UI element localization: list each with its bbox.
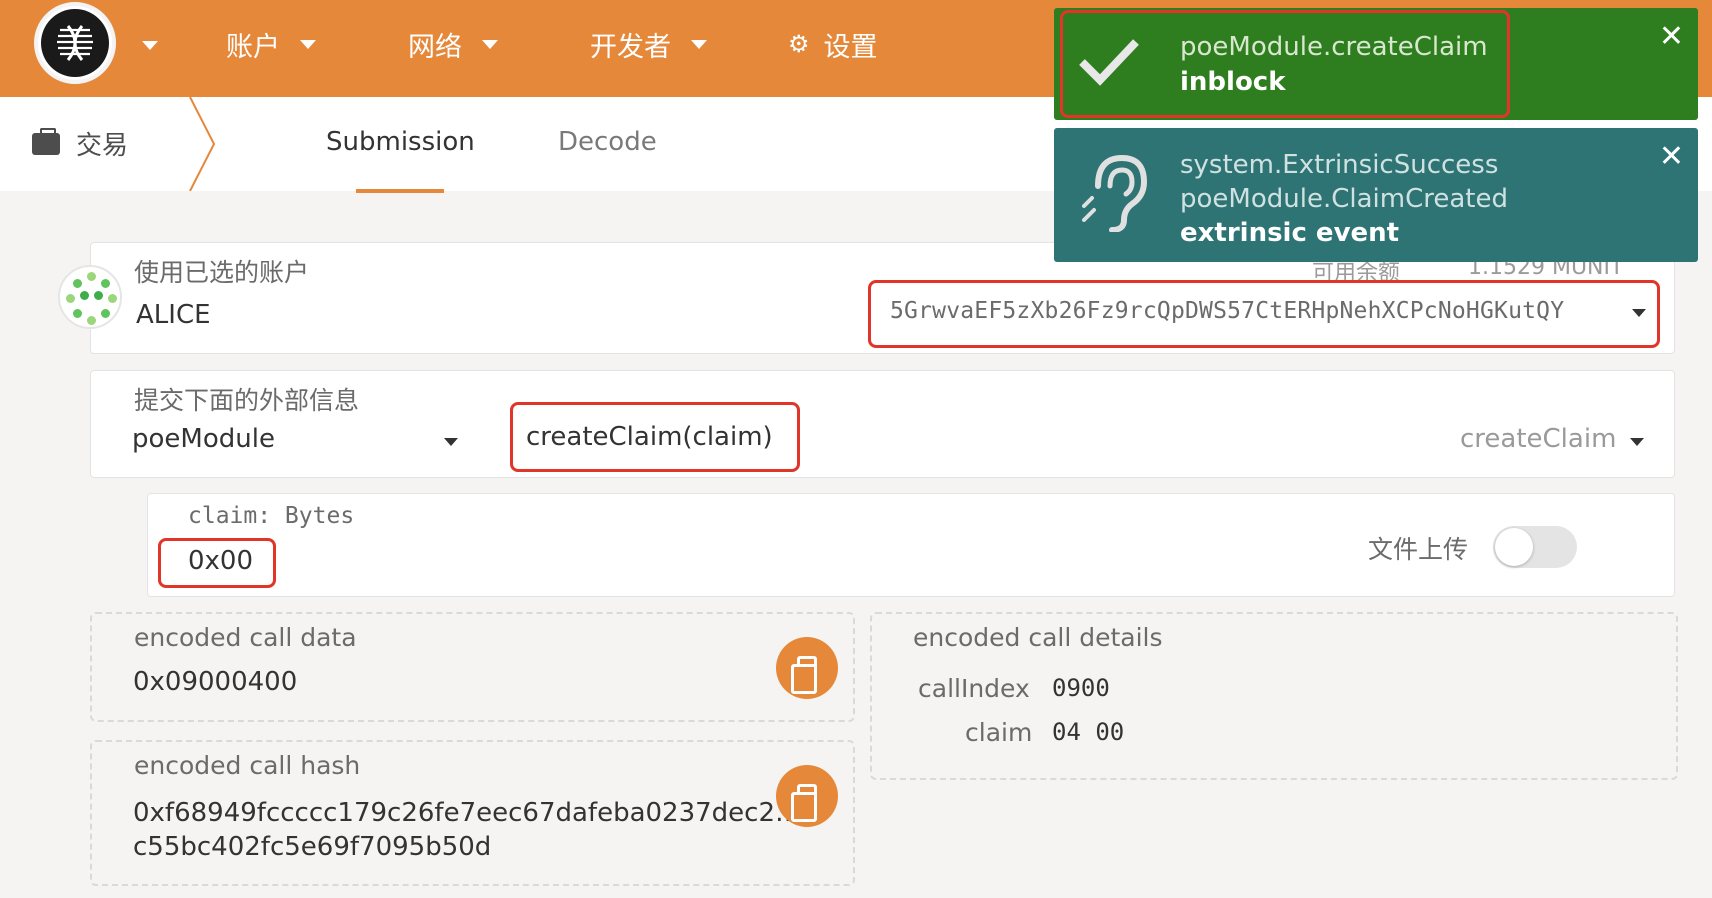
ear-icon <box>1082 154 1148 232</box>
close-icon[interactable]: ✕ <box>1659 22 1684 52</box>
chevron-down-icon <box>1630 438 1644 446</box>
briefcase-icon <box>32 127 60 155</box>
copy-icon <box>791 784 817 822</box>
chevron-down-icon <box>300 39 316 49</box>
call-select-caret[interactable]: createClaim <box>1450 420 1650 466</box>
notification-events: system.ExtrinsicSuccess poeModule.ClaimC… <box>1054 128 1698 262</box>
claim-encoded-value: 04 00 <box>1052 718 1125 746</box>
encoded-call-hash-line1: 0xf68949fccccc179c26fe7eec67dafeba0237de… <box>133 798 802 828</box>
notification-event-2: poeModule.ClaimCreated <box>1180 184 1508 214</box>
module-select[interactable]: poeModule <box>130 420 470 466</box>
copy-button[interactable] <box>776 637 838 699</box>
app-label: 交易 <box>76 131 129 161</box>
nav-accounts[interactable]: 账户 <box>226 24 316 64</box>
nav-settings[interactable]: ⚙︎ 设置 <box>788 24 878 64</box>
tab-decode[interactable]: Decode <box>558 127 657 157</box>
call-index-label: callIndex <box>918 674 1030 703</box>
encoded-call-hash-line2: c55bc402fc5e69f7095b50d <box>133 832 492 862</box>
breadcrumb-separator-icon <box>189 97 216 191</box>
module-value: poeModule <box>132 424 275 454</box>
copy-button[interactable] <box>776 765 838 827</box>
nav-network[interactable]: 网络 <box>408 24 498 64</box>
file-upload-toggle[interactable] <box>1493 526 1577 568</box>
encoded-call-hash-label: encoded call hash <box>134 751 361 780</box>
call-index-value: 0900 <box>1052 674 1110 702</box>
gear-icon: ⚙︎ <box>788 30 810 58</box>
close-icon[interactable]: ✕ <box>1659 142 1684 172</box>
highlight-box <box>868 280 1660 348</box>
notification-event-1: system.ExtrinsicSuccess <box>1180 150 1499 180</box>
toggle-knob <box>1495 528 1533 566</box>
account-label: 使用已选的账户 <box>134 258 310 287</box>
call-short: createClaim <box>1460 424 1617 454</box>
chevron-down-icon <box>482 39 498 49</box>
nav-developer[interactable]: 开发者 <box>590 24 707 64</box>
account-name: ALICE <box>136 300 211 330</box>
param-label: claim: Bytes <box>188 503 355 529</box>
avatar <box>58 265 122 329</box>
encoded-call-data-value: 0x09000400 <box>133 667 298 697</box>
encoded-call-details-label: encoded call details <box>913 623 1163 652</box>
copy-icon <box>791 656 817 694</box>
claim-label: claim <box>965 718 1033 747</box>
encoded-call-data-label: encoded call data <box>134 623 357 652</box>
highlight-box <box>510 402 800 472</box>
tab-submission[interactable]: Submission <box>326 127 475 157</box>
highlight-box <box>158 538 276 588</box>
notification-status: extrinsic event <box>1180 218 1400 248</box>
nav-label: 开发者 <box>590 31 671 63</box>
app-title: 交易 <box>32 125 128 162</box>
active-tab-indicator <box>356 189 444 193</box>
polkadot-logo[interactable] <box>34 2 116 84</box>
chevron-down-icon <box>691 39 707 49</box>
chevron-down-icon[interactable] <box>142 41 158 50</box>
logo-icon <box>41 9 109 77</box>
chevron-down-icon <box>444 438 458 446</box>
highlight-box <box>1060 10 1510 118</box>
upload-label: 文件上传 <box>1368 535 1469 564</box>
extrinsic-label: 提交下面的外部信息 <box>134 386 360 415</box>
nav-label: 账户 <box>226 31 280 63</box>
nav-label: 设置 <box>823 31 878 63</box>
nav-label: 网络 <box>408 31 462 63</box>
